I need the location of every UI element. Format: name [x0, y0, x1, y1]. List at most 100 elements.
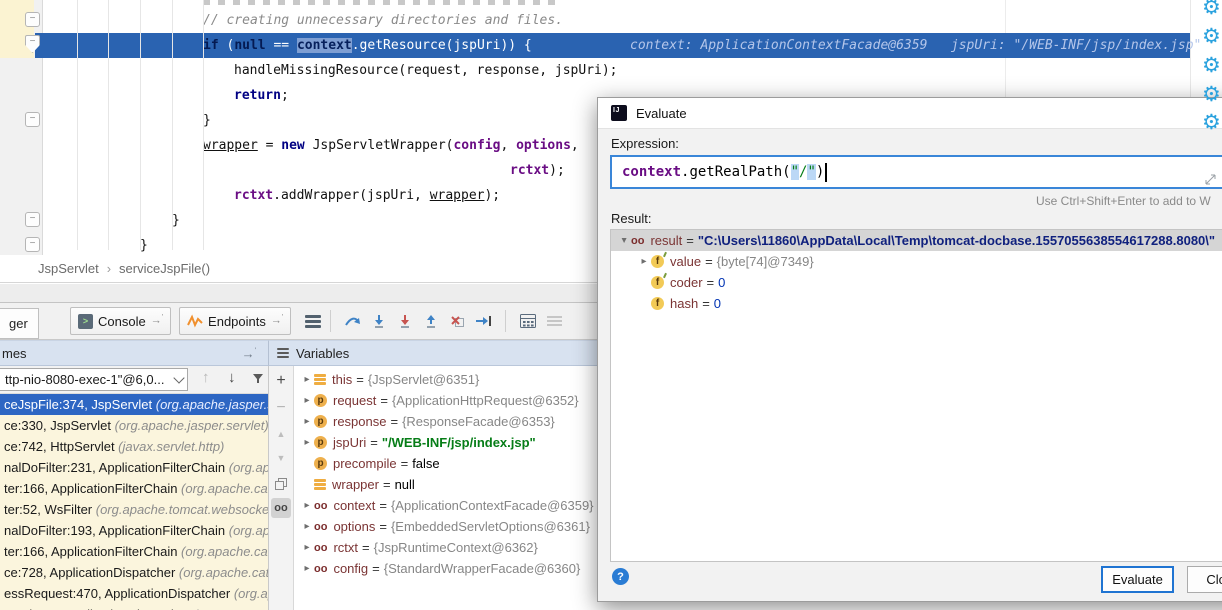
- chevron-icon[interactable]: ▸: [300, 395, 314, 406]
- inline-debugger-hint: context: ApplicationContextFacade@6359 j…: [630, 33, 1201, 58]
- fold-marker-icon[interactable]: −: [25, 212, 40, 227]
- frame-row[interactable]: ter:166, ApplicationFilterChain (org.apa…: [0, 541, 268, 562]
- step-into-button[interactable]: [366, 308, 392, 334]
- chevron-icon[interactable]: ▸: [637, 256, 651, 267]
- add-watch-button[interactable]: +: [271, 371, 291, 391]
- indent-guide: [172, 0, 173, 250]
- gear-icon[interactable]: ⚙: [1202, 113, 1221, 133]
- final-field-icon: f: [651, 255, 664, 268]
- expression-input[interactable]: context.getRealPath("/"): [610, 155, 1222, 189]
- code-line: }: [203, 108, 211, 133]
- breadcrumb-method[interactable]: serviceJspFile(): [119, 261, 210, 276]
- text-caret: [825, 163, 827, 182]
- frame-row[interactable]: ter:52, WsFilter (org.apache.tomcat.webs…: [0, 499, 268, 520]
- tab-endpoints[interactable]: Endpoints →': [179, 307, 291, 335]
- chevron-down-icon: [173, 372, 184, 383]
- code-line-partial: [203, 0, 563, 5]
- chevron-icon[interactable]: ▸: [300, 500, 314, 511]
- fold-marker-icon[interactable]: −: [25, 12, 40, 27]
- gear-icon[interactable]: ⚙: [1202, 0, 1221, 18]
- execution-code-line: if (null == context.getResource(jspUri))…: [203, 33, 532, 58]
- gutter-highlight: [0, 0, 34, 58]
- chevron-icon[interactable]: ▸: [300, 374, 314, 385]
- code-line: return;: [234, 83, 289, 108]
- toolbar-separator: [330, 310, 331, 332]
- run-to-cursor-button[interactable]: [470, 308, 496, 334]
- force-step-into-button[interactable]: [392, 308, 418, 334]
- show-watches-toggle[interactable]: oo: [271, 498, 291, 518]
- help-icon[interactable]: ?: [612, 568, 629, 585]
- watch-icon: oo: [314, 500, 327, 512]
- step-over-button[interactable]: [340, 308, 366, 334]
- variables-menu-icon[interactable]: [277, 346, 289, 360]
- breadcrumb-class[interactable]: JspServlet: [38, 261, 99, 276]
- gear-icon[interactable]: ⚙: [1202, 27, 1221, 47]
- parameter-icon: p: [314, 457, 327, 470]
- filter-frames-icon[interactable]: [252, 372, 264, 389]
- console-icon: >: [78, 314, 93, 329]
- result-row[interactable]: ▸fvalue={byte[74]@7349}: [611, 251, 1222, 272]
- result-row[interactable]: ▸fhash=0: [611, 293, 1222, 314]
- frame-row[interactable]: ceJspFile:374, JspServlet (org.apache.ja…: [0, 394, 268, 415]
- watch-icon: oo: [314, 563, 327, 575]
- expand-input-icon[interactable]: [1205, 173, 1216, 189]
- final-field-icon: f: [651, 276, 664, 289]
- parameter-icon: p: [314, 436, 327, 449]
- tab-debugger[interactable]: ger: [0, 308, 39, 339]
- fold-marker-icon[interactable]: −: [25, 237, 40, 252]
- chevron-icon[interactable]: ▸: [619, 234, 630, 248]
- duplicate-watch-button[interactable]: [271, 474, 291, 494]
- frame-row[interactable]: ter:166, ApplicationFilterChain (org.apa…: [0, 478, 268, 499]
- variables-panel-title: Variables: [296, 346, 349, 361]
- layout-menu-icon[interactable]: [305, 313, 321, 330]
- code-line: }: [172, 208, 180, 233]
- evaluate-expression-button[interactable]: [515, 308, 541, 334]
- move-tab-icon: →': [151, 314, 163, 327]
- frame-row[interactable]: ce:330, JspServlet (org.apache.jasper.se…: [0, 415, 268, 436]
- dialog-titlebar[interactable]: IJ Evaluate: [598, 98, 1222, 129]
- frame-row[interactable]: nalDoFilter:231, ApplicationFilterChain …: [0, 457, 268, 478]
- fold-marker-icon[interactable]: −: [25, 112, 40, 127]
- move-up-button[interactable]: ▲: [271, 424, 291, 444]
- frame-row[interactable]: essRequest:470, ApplicationDispatcher (o…: [0, 583, 268, 604]
- previous-frame-icon[interactable]: ↑: [202, 369, 210, 386]
- code-line: // creating unnecessary directories and …: [203, 8, 563, 33]
- close-button[interactable]: Close: [1187, 566, 1222, 593]
- move-down-button[interactable]: ▼: [271, 448, 291, 468]
- frame-row[interactable]: nalDoFilter:193, ApplicationFilterChain …: [0, 520, 268, 541]
- gear-icon[interactable]: ⚙: [1202, 56, 1221, 76]
- chevron-icon[interactable]: ▸: [300, 521, 314, 532]
- drop-frame-button[interactable]: [444, 308, 470, 334]
- remove-watch-button[interactable]: −: [271, 398, 291, 418]
- gear-icon[interactable]: ⚙: [1202, 85, 1221, 105]
- thread-dropdown[interactable]: ttp-nio-8080-exec-1"@6,0...: [0, 368, 188, 391]
- chevron-icon[interactable]: ▸: [300, 542, 314, 553]
- object-icon: [314, 373, 326, 387]
- chevron-icon[interactable]: ▸: [300, 563, 314, 574]
- watches-hint: Use Ctrl+Shift+Enter to add to W: [1036, 194, 1211, 208]
- move-tab-icon: →': [271, 314, 283, 327]
- frame-row[interactable]: ward:403, ApplicationDispatcher (org.apa…: [0, 604, 268, 610]
- frame-row[interactable]: ce:742, HttpServlet (javax.servlet.http): [0, 436, 268, 457]
- evaluate-button[interactable]: Evaluate: [1101, 566, 1174, 593]
- trace-stream-button[interactable]: [541, 308, 567, 334]
- watch-icon: oo: [314, 542, 327, 554]
- pin-panel-icon[interactable]: →': [242, 346, 256, 361]
- watches-toolbar: + − ▲ ▼ oo: [268, 366, 294, 610]
- indent-guide: [203, 0, 204, 250]
- result-row[interactable]: ▸fcoder=0: [611, 272, 1222, 293]
- step-out-button[interactable]: [418, 308, 444, 334]
- next-frame-icon[interactable]: ↓: [228, 369, 236, 386]
- result-row[interactable]: ▸ooresult="C:\Users\11860\AppData\Local\…: [611, 230, 1222, 251]
- chevron-icon[interactable]: ▸: [300, 416, 314, 427]
- result-label: Result:: [611, 211, 651, 226]
- thread-selector-row: ttp-nio-8080-exec-1"@6,0... ↑ ↓: [0, 366, 268, 394]
- frame-row[interactable]: ce:728, ApplicationDispatcher (org.apach…: [0, 562, 268, 583]
- chevron-icon[interactable]: ▸: [300, 437, 314, 448]
- code-line: wrapper = new JspServletWrapper(config, …: [203, 133, 579, 158]
- evaluate-dialog: IJ Evaluate Expression: context.getRealP…: [597, 97, 1222, 602]
- tab-console[interactable]: > Console →': [70, 307, 171, 335]
- expression-label: Expression:: [611, 136, 679, 151]
- parameter-icon: p: [314, 415, 327, 428]
- object-icon: [314, 478, 326, 492]
